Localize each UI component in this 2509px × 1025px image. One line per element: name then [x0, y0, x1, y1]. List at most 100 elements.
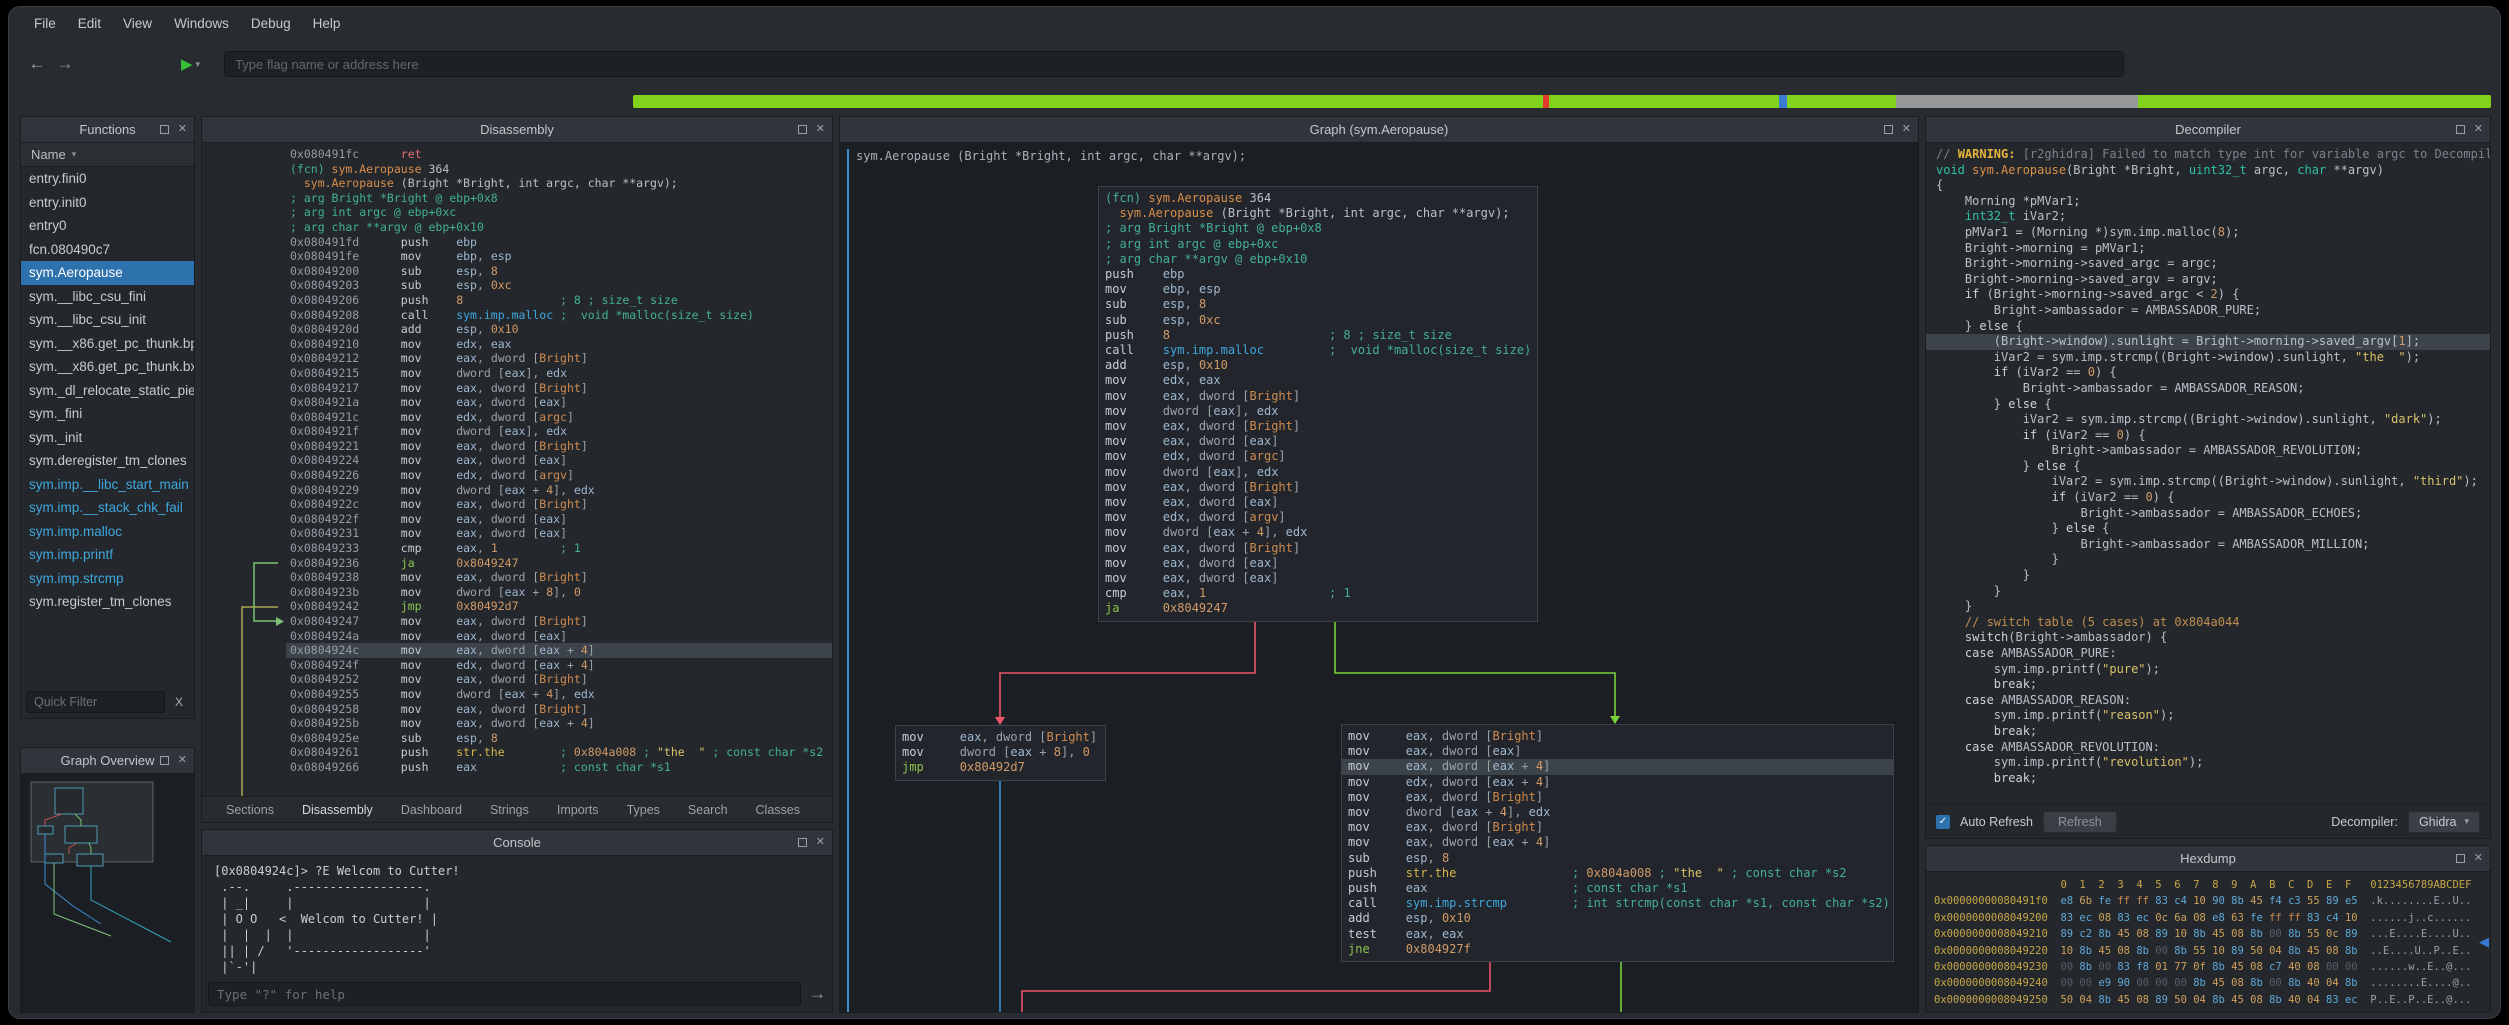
code-line[interactable]: mov eax, dword [Bright]: [1342, 820, 1893, 835]
code-line[interactable]: mov eax, dword [eax]: [1099, 556, 1537, 571]
code-line[interactable]: 0x08049221 mov eax, dword [Bright]: [286, 439, 832, 454]
clear-filter-button[interactable]: X: [169, 695, 189, 709]
code-line[interactable]: mov eax, dword [Bright]: [1342, 790, 1893, 805]
code-line[interactable]: if (iVar2 == 0) {: [1926, 365, 2490, 381]
float-panel-icon[interactable]: [2456, 125, 2465, 134]
code-line[interactable]: 0x08049226 mov edx, dword [argv]: [286, 468, 832, 483]
code-line[interactable]: 0x0804921c mov edx, dword [argc]: [286, 410, 832, 425]
code-line[interactable]: call sym.imp.malloc ; void *malloc(size_…: [1099, 343, 1537, 358]
tab-disassembly[interactable]: Disassembly: [302, 803, 373, 817]
auto-refresh-checkbox[interactable]: ✓: [1936, 815, 1950, 829]
send-command-icon[interactable]: →: [809, 984, 826, 1004]
code-line[interactable]: ja 0x8049247: [1099, 601, 1537, 616]
disassembly-listing[interactable]: 0x080491fc ret(fcn) sym.Aeropause 364 sy…: [202, 143, 832, 796]
code-line[interactable]: mov edx, dword [argc]: [1099, 449, 1537, 464]
code-line[interactable]: 0x08049247 mov eax, dword [Bright]: [286, 614, 832, 629]
code-line[interactable]: Bright->morning->saved_argv = argv;: [1926, 272, 2490, 288]
hex-row[interactable]: 0x0000000008049220 10 8b 45 08 8b 00 8b …: [1934, 943, 2490, 959]
code-line[interactable]: Bright->ambassador = AMBASSADOR_REVOLUTI…: [1926, 443, 2490, 459]
close-panel-icon[interactable]: ✕: [2474, 853, 2483, 864]
code-line[interactable]: Bright->ambassador = AMBASSADOR_PURE;: [1926, 303, 2490, 319]
code-line[interactable]: 0x08049215 mov dword [eax], edx: [286, 366, 832, 381]
hexdump-titlebar[interactable]: Hexdump ✕: [1926, 846, 2490, 872]
function-item[interactable]: sym.imp.malloc: [21, 520, 194, 544]
function-item[interactable]: sym.__libc_csu_fini: [21, 285, 194, 309]
code-line[interactable]: 0x080491fd push ebp: [286, 235, 832, 250]
code-line[interactable]: 0x08049210 mov edx, eax: [286, 337, 832, 352]
debug-start-button[interactable]: ▶ ▾: [181, 55, 200, 73]
close-panel-icon[interactable]: ✕: [178, 124, 187, 135]
tab-imports[interactable]: Imports: [557, 803, 599, 817]
code-line[interactable]: 0x08049200 sub esp, 8: [286, 264, 832, 279]
code-line[interactable]: 0x0804923b mov dword [eax + 8], 0: [286, 585, 832, 600]
code-line[interactable]: mov dword [eax + 4], edx: [1342, 805, 1893, 820]
code-line[interactable]: mov eax, dword [eax]: [1342, 744, 1893, 759]
close-panel-icon[interactable]: ✕: [1902, 124, 1911, 135]
code-line[interactable]: }: [1926, 599, 2490, 615]
code-line[interactable]: cmp eax, 1 ; 1: [1099, 586, 1537, 601]
back-icon[interactable]: ←: [23, 54, 51, 74]
code-line[interactable]: iVar2 = sym.imp.strcmp((Bright->window).…: [1926, 350, 2490, 366]
code-line[interactable]: add esp, 0x10: [1099, 358, 1537, 373]
code-line[interactable]: 0x0804921f mov dword [eax], edx: [286, 424, 832, 439]
functions-column-header[interactable]: Name ▾: [21, 143, 194, 167]
code-line[interactable]: } else {: [1926, 521, 2490, 537]
code-line[interactable]: sub esp, 0xc: [1099, 313, 1537, 328]
code-line[interactable]: 0x0804922f mov eax, dword [eax]: [286, 512, 832, 527]
code-line[interactable]: 0x0804925e sub esp, 8: [286, 731, 832, 746]
function-item[interactable]: sym._init: [21, 426, 194, 450]
tab-types[interactable]: Types: [627, 803, 660, 817]
graph-canvas[interactable]: sym.Aeropause (Bright *Bright, int argc,…: [840, 143, 1918, 1012]
close-panel-icon[interactable]: ✕: [2474, 124, 2483, 135]
forward-icon[interactable]: →: [51, 54, 79, 74]
code-line[interactable]: iVar2 = sym.imp.strcmp((Bright->window).…: [1926, 412, 2490, 428]
float-panel-icon[interactable]: [160, 125, 169, 134]
code-line[interactable]: 0x08049203 sub esp, 0xc: [286, 278, 832, 293]
tab-sections[interactable]: Sections: [226, 803, 274, 817]
hex-row[interactable]: 0x0000000008049250 50 04 8b 45 08 89 50 …: [1934, 992, 2490, 1008]
code-line[interactable]: mov eax, dword [Bright]: [896, 730, 1105, 745]
code-line[interactable]: 0x08049217 mov eax, dword [Bright]: [286, 381, 832, 396]
code-line[interactable]: push eax ; const char *s1: [1342, 881, 1893, 896]
code-line[interactable]: Bright->ambassador = AMBASSADOR_REASON;: [1926, 381, 2490, 397]
tab-search[interactable]: Search: [688, 803, 728, 817]
code-line[interactable]: ; arg char **argv @ ebp+0x10: [286, 220, 832, 235]
menu-windows[interactable]: Windows: [163, 16, 240, 31]
function-item[interactable]: entry0: [21, 214, 194, 238]
code-line[interactable]: mov eax, dword [eax + 4]: [1342, 759, 1893, 774]
code-line[interactable]: mov edx, dword [argv]: [1099, 510, 1537, 525]
code-line[interactable]: } else {: [1926, 459, 2490, 475]
code-line[interactable]: sym.imp.printf("revolution");: [1926, 755, 2490, 771]
function-item[interactable]: sym.imp.strcmp: [21, 567, 194, 591]
code-line[interactable]: 0x08049208 call sym.imp.malloc ; void *m…: [286, 308, 832, 323]
code-line[interactable]: case AMBASSADOR_REASON:: [1926, 693, 2490, 709]
memory-navbar[interactable]: [633, 95, 2491, 108]
float-panel-icon[interactable]: [798, 838, 807, 847]
code-line[interactable]: sym.imp.printf("pure");: [1926, 662, 2490, 678]
code-line[interactable]: } else {: [1926, 319, 2490, 335]
code-line[interactable]: if (iVar2 == 0) {: [1926, 428, 2490, 444]
code-line[interactable]: mov dword [eax + 4], edx: [1099, 525, 1537, 540]
code-line[interactable]: mov ebp, esp: [1099, 282, 1537, 297]
tab-classes[interactable]: Classes: [756, 803, 800, 817]
code-line[interactable]: 0x08049233 cmp eax, 1 ; 1: [286, 541, 832, 556]
code-line[interactable]: } else {: [1926, 397, 2490, 413]
code-line[interactable]: break;: [1926, 771, 2490, 787]
code-line[interactable]: // switch table (5 cases) at 0x804a044: [1926, 615, 2490, 631]
code-line[interactable]: }: [1926, 552, 2490, 568]
refresh-button[interactable]: Refresh: [2043, 811, 2117, 833]
function-item[interactable]: sym._dl_relocate_static_pie: [21, 379, 194, 403]
code-line[interactable]: if (Bright->morning->saved_argc < 2) {: [1926, 287, 2490, 303]
hexdump-view[interactable]: 0 1 2 3 4 5 6 7 8 9 A B C D E F 01234567…: [1926, 872, 2490, 1012]
code-line[interactable]: sub esp, 8: [1099, 297, 1537, 312]
code-line[interactable]: 0x0804924a mov eax, dword [eax]: [286, 629, 832, 644]
code-line[interactable]: mov edx, eax: [1099, 373, 1537, 388]
code-line[interactable]: 0x08049258 mov eax, dword [Bright]: [286, 702, 832, 717]
function-item[interactable]: sym.deregister_tm_clones: [21, 449, 194, 473]
menu-help[interactable]: Help: [302, 16, 352, 31]
code-line[interactable]: push 8 ; 8 ; size_t size: [1099, 328, 1537, 343]
code-line[interactable]: ; arg int argc @ ebp+0xc: [286, 205, 832, 220]
code-line[interactable]: if (iVar2 == 0) {: [1926, 490, 2490, 506]
code-line[interactable]: break;: [1926, 677, 2490, 693]
code-line[interactable]: 0x080491fe mov ebp, esp: [286, 249, 832, 264]
